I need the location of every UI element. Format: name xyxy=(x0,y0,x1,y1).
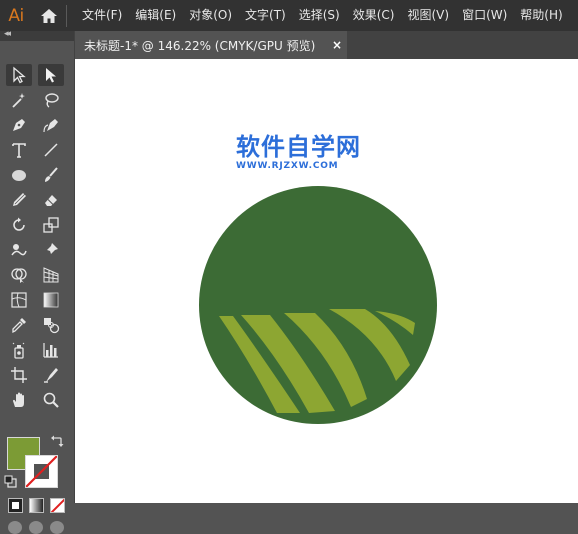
pencil-icon[interactable] xyxy=(6,189,32,211)
tools-panel: ◂◂ xyxy=(0,29,75,534)
lasso-icon[interactable] xyxy=(38,89,64,111)
menu-bar: Ai 文件(F) 编辑(E) 对象(O) 文字(T) 选择(S) 效果(C) 视… xyxy=(0,0,578,31)
none-mode-icon[interactable] xyxy=(50,498,65,513)
menu-divider xyxy=(66,4,67,27)
blend-icon[interactable] xyxy=(38,314,64,336)
home-icon[interactable] xyxy=(32,0,66,31)
document-tab-bar: 未标题-1* @ 146.22% (CMYK/GPU 预览) × xyxy=(75,31,578,59)
type-icon[interactable] xyxy=(6,139,32,161)
app-logo: Ai xyxy=(8,5,24,26)
draw-mode-row xyxy=(8,521,64,534)
hand-icon[interactable] xyxy=(6,389,32,411)
color-mode-icon[interactable] xyxy=(8,498,23,513)
direct-selection-tool-icon[interactable] xyxy=(38,64,64,86)
field-illustration[interactable] xyxy=(197,185,439,425)
menu-edit[interactable]: 编辑(E) xyxy=(128,0,182,31)
menu-object[interactable]: 对象(O) xyxy=(182,0,238,31)
watermark-title: 软件自学网 xyxy=(236,133,361,161)
scale-icon[interactable] xyxy=(38,214,64,236)
default-fill-stroke-icon[interactable] xyxy=(4,475,17,488)
swap-fill-stroke-icon[interactable] xyxy=(50,434,64,448)
bar-graph-icon[interactable] xyxy=(38,339,64,361)
menu-effect[interactable]: 效果(C) xyxy=(346,0,401,31)
menu-type[interactable]: 文字(T) xyxy=(238,0,292,31)
curvature-icon[interactable] xyxy=(38,114,64,136)
menu-items: 文件(F) 编辑(E) 对象(O) 文字(T) 选择(S) 效果(C) 视图(V… xyxy=(75,0,569,31)
eraser-icon[interactable] xyxy=(38,189,64,211)
watermark-url: WWW.RJZXW.COM xyxy=(236,161,339,171)
pin-icon[interactable] xyxy=(38,239,64,261)
ellipse-icon[interactable] xyxy=(6,164,32,186)
menu-view[interactable]: 视图(V) xyxy=(400,0,455,31)
menu-help[interactable]: 帮助(H) xyxy=(513,0,568,31)
artboard-canvas[interactable]: 软件自学网 WWW.RJZXW.COM xyxy=(75,59,578,503)
slice-icon[interactable] xyxy=(38,364,64,386)
draw-inside-icon[interactable] xyxy=(50,521,64,534)
document-tab[interactable]: 未标题-1* @ 146.22% (CMYK/GPU 预览) × xyxy=(75,31,347,59)
color-mode-row xyxy=(8,498,65,513)
stroke-color-swatch[interactable] xyxy=(25,455,58,488)
watermark: 软件自学网 WWW.RJZXW.COM xyxy=(236,134,386,172)
collapse-panel-icon[interactable]: ◂◂ xyxy=(4,29,11,39)
eyedropper-icon[interactable] xyxy=(6,314,32,336)
pen-icon[interactable] xyxy=(6,114,32,136)
perspective-grid-icon[interactable] xyxy=(38,264,64,286)
menu-file[interactable]: 文件(F) xyxy=(75,0,128,31)
selection-tool-icon[interactable] xyxy=(6,64,32,86)
document-tab-title: 未标题-1* @ 146.22% (CMYK/GPU 预览) xyxy=(84,38,316,53)
warp-icon[interactable] xyxy=(6,239,32,261)
close-tab-icon[interactable]: × xyxy=(332,38,342,52)
mesh-icon[interactable] xyxy=(6,289,32,311)
magic-wand-icon[interactable] xyxy=(6,89,32,111)
zoom-icon[interactable] xyxy=(38,389,64,411)
gradient-mode-icon[interactable] xyxy=(29,498,44,513)
panel-grip[interactable]: ◂◂ xyxy=(0,29,74,41)
gradient-icon[interactable] xyxy=(38,289,64,311)
artboard-icon[interactable] xyxy=(6,364,32,386)
rotate-icon[interactable] xyxy=(6,214,32,236)
symbol-sprayer-icon[interactable] xyxy=(6,339,32,361)
menu-window[interactable]: 窗口(W) xyxy=(455,0,513,31)
line-icon[interactable] xyxy=(38,139,64,161)
menu-select[interactable]: 选择(S) xyxy=(292,0,346,31)
draw-normal-icon[interactable] xyxy=(8,521,22,534)
shape-builder-icon[interactable] xyxy=(6,264,32,286)
brush-icon[interactable] xyxy=(38,164,64,186)
draw-behind-icon[interactable] xyxy=(29,521,43,534)
none-slash-icon xyxy=(26,456,57,487)
